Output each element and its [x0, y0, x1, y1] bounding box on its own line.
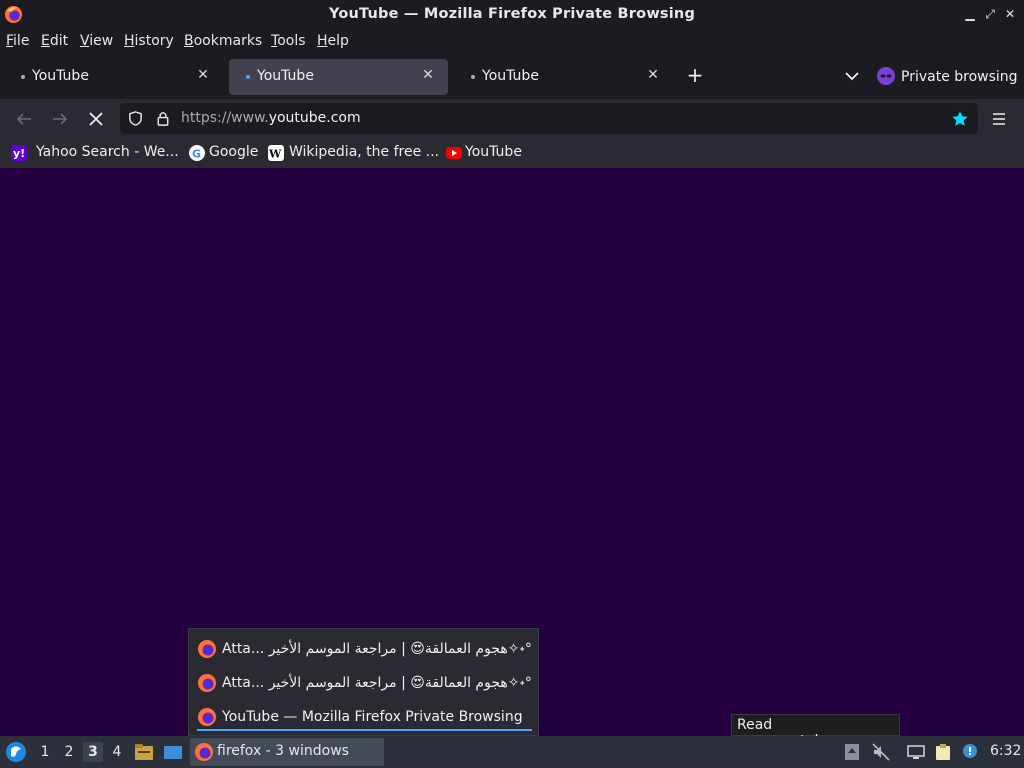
private-browsing-indicator: Private browsing — [877, 67, 1018, 85]
bookmark-label: Yahoo Search - We... — [36, 144, 179, 160]
taskbar: 1 2 3 4 firefox - 3 windows 6:32 — [0, 736, 1024, 768]
clipboard-icon[interactable] — [934, 743, 952, 761]
window-list-item-selected[interactable]: YouTube — Mozilla Firefox Private Browsi… — [197, 701, 532, 731]
menu-bookmarks[interactable]: Bookmarks — [184, 33, 262, 49]
svg-text:W: W — [268, 148, 282, 161]
tab-youtube-2[interactable]: YouTube ✕ — [229, 59, 448, 95]
tab-loading-dot-icon — [21, 75, 25, 79]
tab-loading-dot-icon — [246, 75, 250, 79]
navigation-toolbar: https://www.youtube.com — [0, 99, 1024, 139]
list-all-tabs-chevron-icon[interactable] — [842, 66, 862, 86]
tab-label: YouTube — [482, 68, 539, 84]
window-list-item-label: Atta... هجوم العمالقة😍 | مراجعة الموسم ا… — [222, 641, 532, 657]
tab-loading-dot-icon — [471, 75, 475, 79]
window-titlebar: YouTube — Mozilla Firefox Private Browsi… — [0, 0, 1024, 29]
tab-close-icon[interactable]: ✕ — [645, 67, 661, 83]
notification-info-icon[interactable] — [961, 743, 979, 761]
tooltip: Read www.youtube.com — [731, 714, 900, 749]
hamburger-menu-icon[interactable] — [990, 110, 1008, 128]
yahoo-favicon-icon: y! — [11, 145, 27, 161]
clock[interactable]: 6:32 — [990, 743, 1021, 759]
tracking-protection-shield-icon[interactable] — [127, 110, 144, 127]
show-desktop-icon[interactable] — [163, 742, 183, 762]
wikipedia-favicon-icon: W — [268, 145, 284, 161]
minimize-icon[interactable]: ▁ — [962, 6, 978, 22]
window-title: YouTube — Mozilla Firefox Private Browsi… — [328, 6, 696, 22]
start-menu-icon[interactable] — [5, 741, 27, 763]
menu-history[interactable]: History — [124, 33, 174, 49]
menu-tools[interactable]: Tools — [271, 33, 306, 49]
bookmark-star-icon[interactable] — [951, 110, 969, 128]
workspace-1[interactable]: 1 — [35, 742, 55, 762]
eject-icon[interactable] — [843, 743, 861, 761]
menu-help[interactable]: Help — [317, 33, 349, 49]
menubar: File Edit View History Bookmarks Tools H… — [0, 29, 1024, 55]
tab-youtube-1[interactable]: YouTube ✕ — [4, 59, 223, 95]
firefox-icon — [198, 640, 216, 658]
window-list-item-label: YouTube — Mozilla Firefox Private Browsi… — [222, 709, 523, 725]
private-browsing-label: Private browsing — [901, 69, 1018, 85]
stop-loading-x-icon[interactable] — [85, 108, 107, 130]
menu-edit[interactable]: Edit — [41, 33, 68, 49]
forward-arrow-icon[interactable] — [49, 108, 71, 130]
window-list-item[interactable]: Atta... هجوم العمالقة😍 | مراجعة الموسم ا… — [197, 633, 532, 663]
restore-icon[interactable]: ⤢ — [982, 6, 998, 22]
window-list-item-label: Atta... هجوم العمالقة😍 | مراجعة الموسم ا… — [222, 675, 532, 691]
tab-label: YouTube — [32, 68, 89, 84]
tab-strip: YouTube ✕ YouTube ✕ YouTube ✕ — [0, 55, 1024, 99]
tab-close-icon[interactable]: ✕ — [420, 67, 436, 83]
network-icon[interactable] — [907, 743, 925, 761]
bookmark-label: YouTube — [465, 144, 522, 160]
url-bar[interactable]: https://www.youtube.com — [120, 103, 978, 134]
firefox-icon — [195, 743, 213, 761]
google-favicon-icon: G — [189, 145, 205, 161]
bookmark-label: Wikipedia, the free ... — [289, 144, 440, 160]
close-window-icon[interactable]: ✕ — [1002, 6, 1018, 22]
url-text[interactable]: https://www.youtube.com — [181, 110, 361, 126]
taskbar-item-label: firefox - 3 windows — [217, 743, 349, 759]
tab-label: YouTube — [257, 68, 314, 84]
file-manager-icon[interactable] — [134, 742, 154, 762]
tab-youtube-3[interactable]: YouTube ✕ — [454, 59, 673, 95]
menu-file[interactable]: File — [6, 33, 29, 49]
youtube-favicon-icon — [446, 147, 462, 159]
volume-muted-icon[interactable] — [872, 743, 890, 761]
back-arrow-icon[interactable] — [13, 108, 35, 130]
taskbar-firefox-group[interactable]: firefox - 3 windows — [190, 738, 384, 766]
firefox-icon — [198, 674, 216, 692]
firefox-icon — [198, 708, 216, 726]
workspace-3[interactable]: 3 — [83, 742, 103, 762]
svg-text:G: G — [192, 148, 201, 161]
new-tab-plus-icon[interactable]: + — [684, 64, 706, 86]
taskbar-window-list-popup: Atta... هجوم العمالقة😍 | مراجعة الموسم ا… — [188, 628, 539, 736]
window-list-item[interactable]: Atta... هجوم العمالقة😍 | مراجعة الموسم ا… — [197, 667, 532, 697]
bookmarks-toolbar: y! Yahoo Search - We... G Google W Wikip… — [0, 139, 1024, 168]
lock-icon[interactable] — [155, 110, 171, 127]
tab-close-icon[interactable]: ✕ — [195, 67, 211, 83]
bookmark-label: Google — [209, 144, 259, 160]
private-mask-icon — [877, 67, 895, 85]
workspace-4[interactable]: 4 — [107, 742, 127, 762]
workspace-2[interactable]: 2 — [59, 742, 79, 762]
menu-view[interactable]: View — [80, 33, 113, 49]
svg-text:y!: y! — [13, 147, 25, 160]
